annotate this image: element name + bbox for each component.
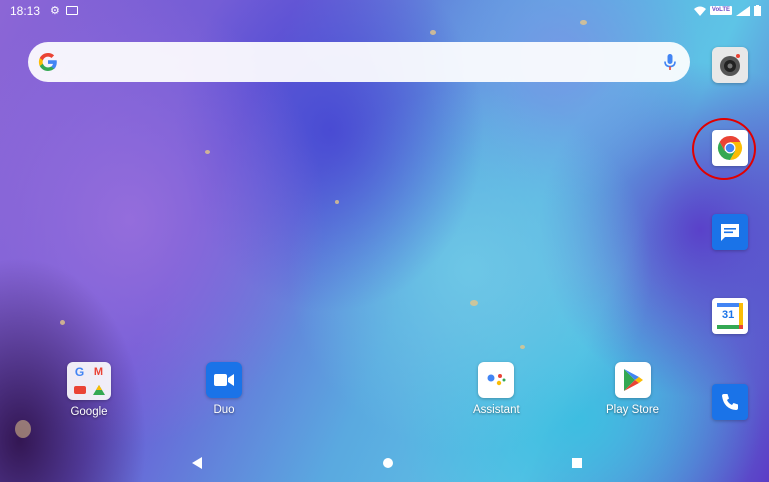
drive-icon xyxy=(90,383,107,398)
google-folder-label: Google xyxy=(70,406,108,418)
assistant-icon xyxy=(478,362,515,398)
wallpaper-fleck xyxy=(60,320,65,325)
google-g-icon xyxy=(38,53,57,71)
camera-app[interactable] xyxy=(712,47,748,83)
assistant-app[interactable]: Assistant xyxy=(473,362,520,416)
phone-icon xyxy=(712,384,748,420)
status-icons: VoLTE xyxy=(693,5,761,16)
battery-icon xyxy=(754,5,761,16)
play-store-icon xyxy=(614,362,651,398)
wallpaper-fleck xyxy=(205,150,210,154)
play-store-label: Play Store xyxy=(606,404,660,416)
duo-icon xyxy=(206,362,242,398)
message-icon xyxy=(66,6,78,15)
wifi-icon xyxy=(693,6,706,16)
gmail-icon: M xyxy=(93,366,104,378)
play-store-app[interactable]: Play Store xyxy=(606,362,659,416)
calendar-corner xyxy=(739,325,743,329)
messages-icon xyxy=(712,214,748,250)
calendar-icon: 31 xyxy=(712,298,748,334)
messages-app[interactable] xyxy=(712,214,748,250)
home-icon[interactable] xyxy=(382,457,394,469)
duo-app[interactable]: Duo xyxy=(206,362,242,416)
camera-lens-icon xyxy=(720,54,740,76)
youtube-icon xyxy=(71,383,88,398)
google-search-bar[interactable] xyxy=(28,42,690,82)
wallpaper-fleck xyxy=(15,420,31,438)
wallpaper-fleck xyxy=(520,345,525,349)
calendar-day: 31 xyxy=(722,309,735,321)
status-bar[interactable]: 18:13 ⚙ VoLTE xyxy=(0,0,769,22)
google-folder[interactable]: G M Google xyxy=(67,362,111,418)
camera-icon xyxy=(712,47,748,83)
message-bubble-icon xyxy=(721,224,739,241)
assistant-label: Assistant xyxy=(473,404,520,416)
signal-icon xyxy=(736,5,750,16)
volte-icon: VoLTE xyxy=(709,6,732,15)
recents-icon[interactable] xyxy=(571,457,583,469)
google-g-icon: G xyxy=(74,365,85,379)
calendar-right-band xyxy=(739,303,743,325)
wallpaper-fleck xyxy=(430,30,436,35)
calendar-app[interactable]: 31 xyxy=(712,298,748,334)
phone-handset-icon xyxy=(722,394,738,410)
video-camera-icon xyxy=(214,374,234,386)
duo-label: Duo xyxy=(213,404,235,416)
google-folder-icon: G M xyxy=(67,362,111,400)
home-screen: 18:13 ⚙ VoLTE 31 G M Google Duo Assistan… xyxy=(0,0,769,482)
phone-app[interactable] xyxy=(712,384,748,420)
calendar-bottom-band xyxy=(717,325,739,329)
back-icon[interactable] xyxy=(190,456,204,470)
wallpaper-fleck xyxy=(470,300,478,306)
gear-icon: ⚙ xyxy=(50,5,60,17)
status-time: 18:13 xyxy=(10,4,41,18)
assistant-dots-icon xyxy=(487,374,506,386)
play-triangle-icon xyxy=(623,369,643,391)
annotation-circle xyxy=(692,118,756,180)
navigation-bar xyxy=(0,450,769,482)
wallpaper-fleck xyxy=(335,200,339,204)
mic-icon[interactable] xyxy=(660,52,680,72)
